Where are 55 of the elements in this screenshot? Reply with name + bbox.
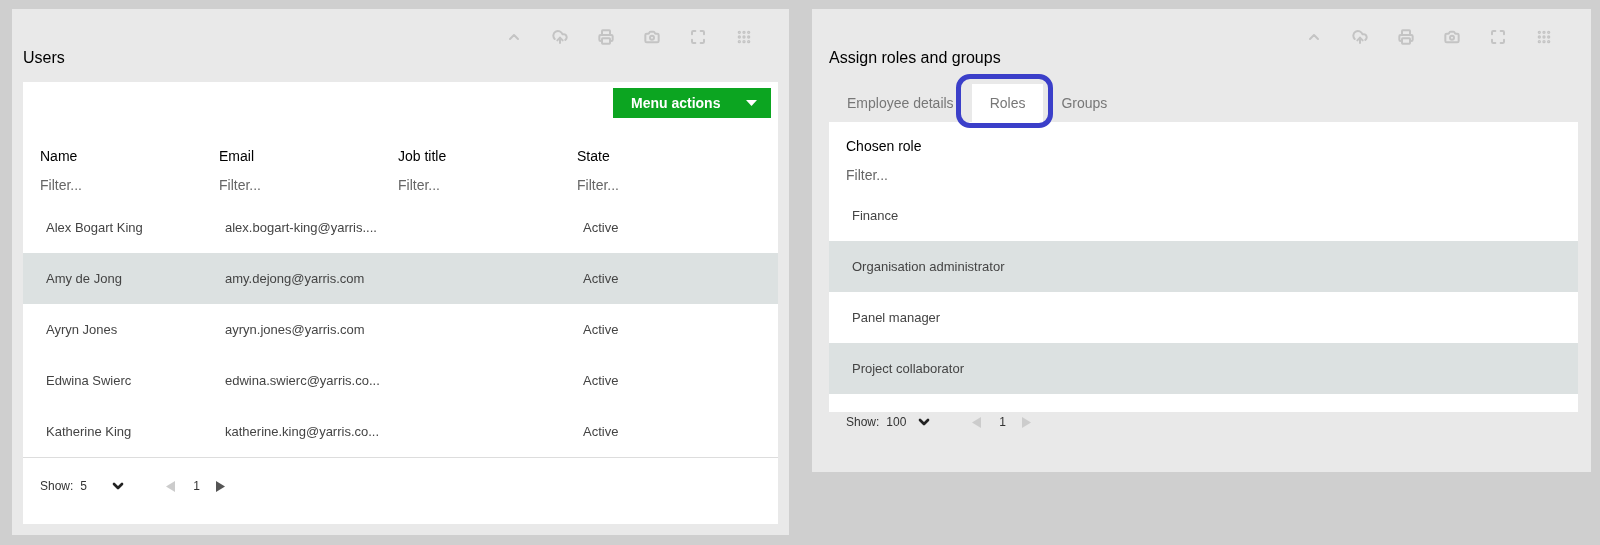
table-cell-text: Active — [583, 422, 620, 441]
table-cell-text: Active — [583, 269, 620, 288]
table-cell-text: Amy de Jong — [46, 269, 123, 288]
table-cell-text: Edwina Swierc — [46, 371, 133, 390]
cloud-upload-icon[interactable] — [1352, 29, 1368, 45]
filter-field[interactable]: Filter... — [219, 175, 369, 196]
table-row[interactable]: Project collaborator — [829, 343, 1578, 394]
expand-icon[interactable] — [1490, 29, 1506, 45]
table-cell-text: alex.bogart-king@yarris.... — [225, 218, 378, 237]
column-header[interactable]: Email — [219, 146, 398, 167]
show-label: Show: — [40, 478, 74, 495]
table-cell-text: amy.dejong@yarris.com — [225, 269, 366, 288]
table-cell-text: Active — [583, 320, 620, 339]
column-header[interactable]: Job title — [398, 146, 577, 167]
page-number[interactable]: 1 — [999, 413, 1007, 431]
table-cell-text: edwina.swierc@yarris.co... — [225, 371, 381, 390]
table-cell-text: Organisation administrator — [852, 257, 1005, 276]
table-cell-text: Active — [583, 371, 620, 390]
table-cell-text: Project collaborator — [852, 359, 964, 378]
filter-field[interactable]: Filter... — [40, 175, 190, 196]
page-size-value: 100 — [886, 414, 908, 431]
table-row[interactable]: Organisation administrator — [829, 241, 1578, 292]
panel-title: Users — [23, 48, 66, 68]
table-row[interactable]: Amy de Jong amy.dejong@yarris.com Active — [23, 253, 778, 304]
table-cell-text: Finance — [852, 206, 899, 225]
filter-field[interactable]: Filter... — [846, 165, 1046, 186]
column-header[interactable]: State — [577, 146, 761, 167]
filter-field[interactable]: Filter... — [398, 175, 548, 196]
filter-field[interactable]: Filter... — [577, 175, 727, 196]
column-header[interactable]: Name — [40, 146, 219, 167]
tab[interactable]: Groups — [1043, 84, 1126, 122]
tab[interactable]: Employee details — [829, 84, 972, 122]
tab[interactable]: Roles — [971, 84, 1044, 122]
camera-icon[interactable] — [644, 29, 660, 45]
page-size-value: 5 — [80, 478, 89, 495]
table-cell-text: Katherine King — [46, 422, 133, 441]
table-cell-text: Active — [583, 218, 620, 237]
table-cell-text: ayryn.jones@yarris.com — [225, 320, 366, 339]
page-number[interactable]: 1 — [193, 477, 201, 495]
grid-icon[interactable] — [736, 29, 752, 45]
print-icon[interactable] — [598, 29, 614, 45]
camera-icon[interactable] — [1444, 29, 1460, 45]
show-label: Show: — [846, 414, 880, 431]
table-cell-text: katherine.king@yarris.co... — [225, 422, 381, 441]
next-page-icon[interactable] — [216, 480, 226, 492]
expand-icon[interactable] — [690, 29, 706, 45]
cloud-upload-icon[interactable] — [552, 29, 568, 45]
column-header[interactable]: Chosen role — [829, 122, 1578, 157]
grid-icon[interactable] — [1536, 29, 1552, 45]
table-cell-text: Panel manager — [852, 308, 941, 327]
table-cell-text: Alex Bogart King — [46, 218, 144, 237]
panel-title: Assign roles and groups — [829, 48, 1002, 68]
table-cell-text: Ayryn Jones — [46, 320, 119, 339]
print-icon[interactable] — [1398, 29, 1414, 45]
caret-icon — [746, 100, 757, 106]
